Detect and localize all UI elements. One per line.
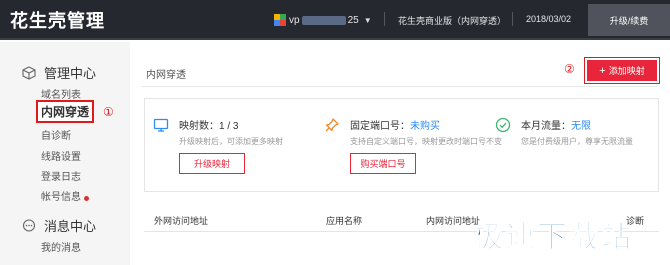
monthly-traffic-value: 无限 (571, 121, 591, 132)
check-circle-icon (495, 117, 511, 133)
account-name-redacted (301, 15, 346, 25)
annotation-marker-2: ② (564, 62, 575, 76)
cube-icon (22, 65, 36, 80)
mapping-count-desc: 升级映射后，可添加更多映射 (179, 137, 283, 146)
sidebar: 管理中心 域名列表 内网穿透 ① 自诊断 线路设置 登录日志 帐号信息 消息中心… (0, 42, 130, 265)
expire-date: 2018/03/02 (526, 14, 572, 24)
upgrade-mapping-button[interactable]: 升级映射 (179, 153, 245, 174)
chat-bubble-icon (22, 218, 36, 233)
monthly-traffic-desc: 您是付费级用户，尊享无限流量 (521, 137, 633, 146)
add-mapping-highlight: + 添加映射 (584, 57, 660, 84)
card-mapping-count: 映射数：1 / 3 升级映射后，可添加更多映射 升级映射 (145, 99, 316, 191)
monthly-traffic-prefix: 本月流量： (521, 121, 571, 132)
sidebar-section-title: 管理中心 (44, 66, 97, 81)
watermark-text: 极速下载站 (473, 220, 633, 256)
divider (384, 12, 385, 26)
edition-label: 花生壳商业版（内网穿透） (398, 16, 507, 26)
sidebar-item-account-info[interactable]: 帐号信息 (41, 188, 81, 203)
fixed-port-prefix: 固定端口号： (350, 121, 410, 132)
mapping-count-label: 映射数：1 / 3 (179, 121, 239, 132)
column-header-internal-address: 内网访问地址 (426, 216, 481, 226)
upgrade-renew-button[interactable]: 升级/续费 (588, 4, 670, 36)
plus-icon: + (599, 64, 606, 77)
sidebar-item-domains[interactable]: 域名列表 (41, 86, 81, 101)
pin-icon (324, 117, 340, 133)
fixed-port-desc: 支持自定义端口号，映射更改时端口号不变 (350, 137, 502, 146)
sidebar-item-diagnose[interactable]: 自诊断 (41, 127, 71, 142)
divider (142, 86, 657, 87)
annotation-marker-1: ① (103, 105, 114, 119)
monitor-icon (153, 117, 169, 133)
monthly-traffic-label: 本月流量：无限 (521, 117, 591, 132)
divider (512, 12, 513, 26)
card-monthly-traffic: 本月流量：无限 您是付费级用户，尊享无限流量 (487, 99, 658, 191)
fixed-port-status[interactable]: 未购买 (410, 121, 440, 132)
sidebar-section-management: 管理中心 (22, 63, 96, 82)
sidebar-section-messages: 消息中心 (22, 216, 96, 235)
add-mapping-label: 添加映射 (608, 66, 645, 76)
top-bar: 花生壳管理 vp 25 ▼ 花生壳商业版（内网穿透） 2018/03/02 升级… (0, 0, 670, 40)
page-title: 内网穿透 (146, 70, 186, 81)
card-fixed-port: 固定端口号：未购买 支持自定义端口号，映射更改时端口号不变 购买端口号 (316, 99, 502, 191)
chevron-down-icon[interactable]: ▼ (364, 16, 372, 25)
fixed-port-label: 固定端口号：未购买 (350, 117, 440, 132)
column-header-external-address: 外网访问地址 (154, 216, 209, 226)
sidebar-item-intranet[interactable]: 内网穿透 (36, 100, 95, 123)
add-mapping-button[interactable]: + 添加映射 (587, 60, 657, 81)
unread-dot-icon (84, 196, 89, 201)
buy-port-button[interactable]: 购买端口号 (350, 153, 416, 174)
column-header-app-name: 应用名称 (326, 216, 363, 226)
account-menu[interactable]: vp 25 ▼ (274, 14, 372, 26)
account-prefix: vp (289, 14, 300, 26)
sidebar-section-title: 消息中心 (44, 219, 97, 234)
sidebar-item-login-log[interactable]: 登录日志 (41, 168, 81, 183)
peanut-logo-icon (274, 14, 286, 26)
account-suffix: 25 (347, 14, 359, 26)
sidebar-item-line-settings[interactable]: 线路设置 (41, 148, 81, 163)
sidebar-item-my-messages[interactable]: 我的消息 (41, 239, 81, 254)
summary-cards: 映射数：1 / 3 升级映射后，可添加更多映射 升级映射 固定端口号：未购买 支… (144, 98, 659, 192)
app-logo[interactable]: 花生壳管理 (10, 7, 105, 33)
